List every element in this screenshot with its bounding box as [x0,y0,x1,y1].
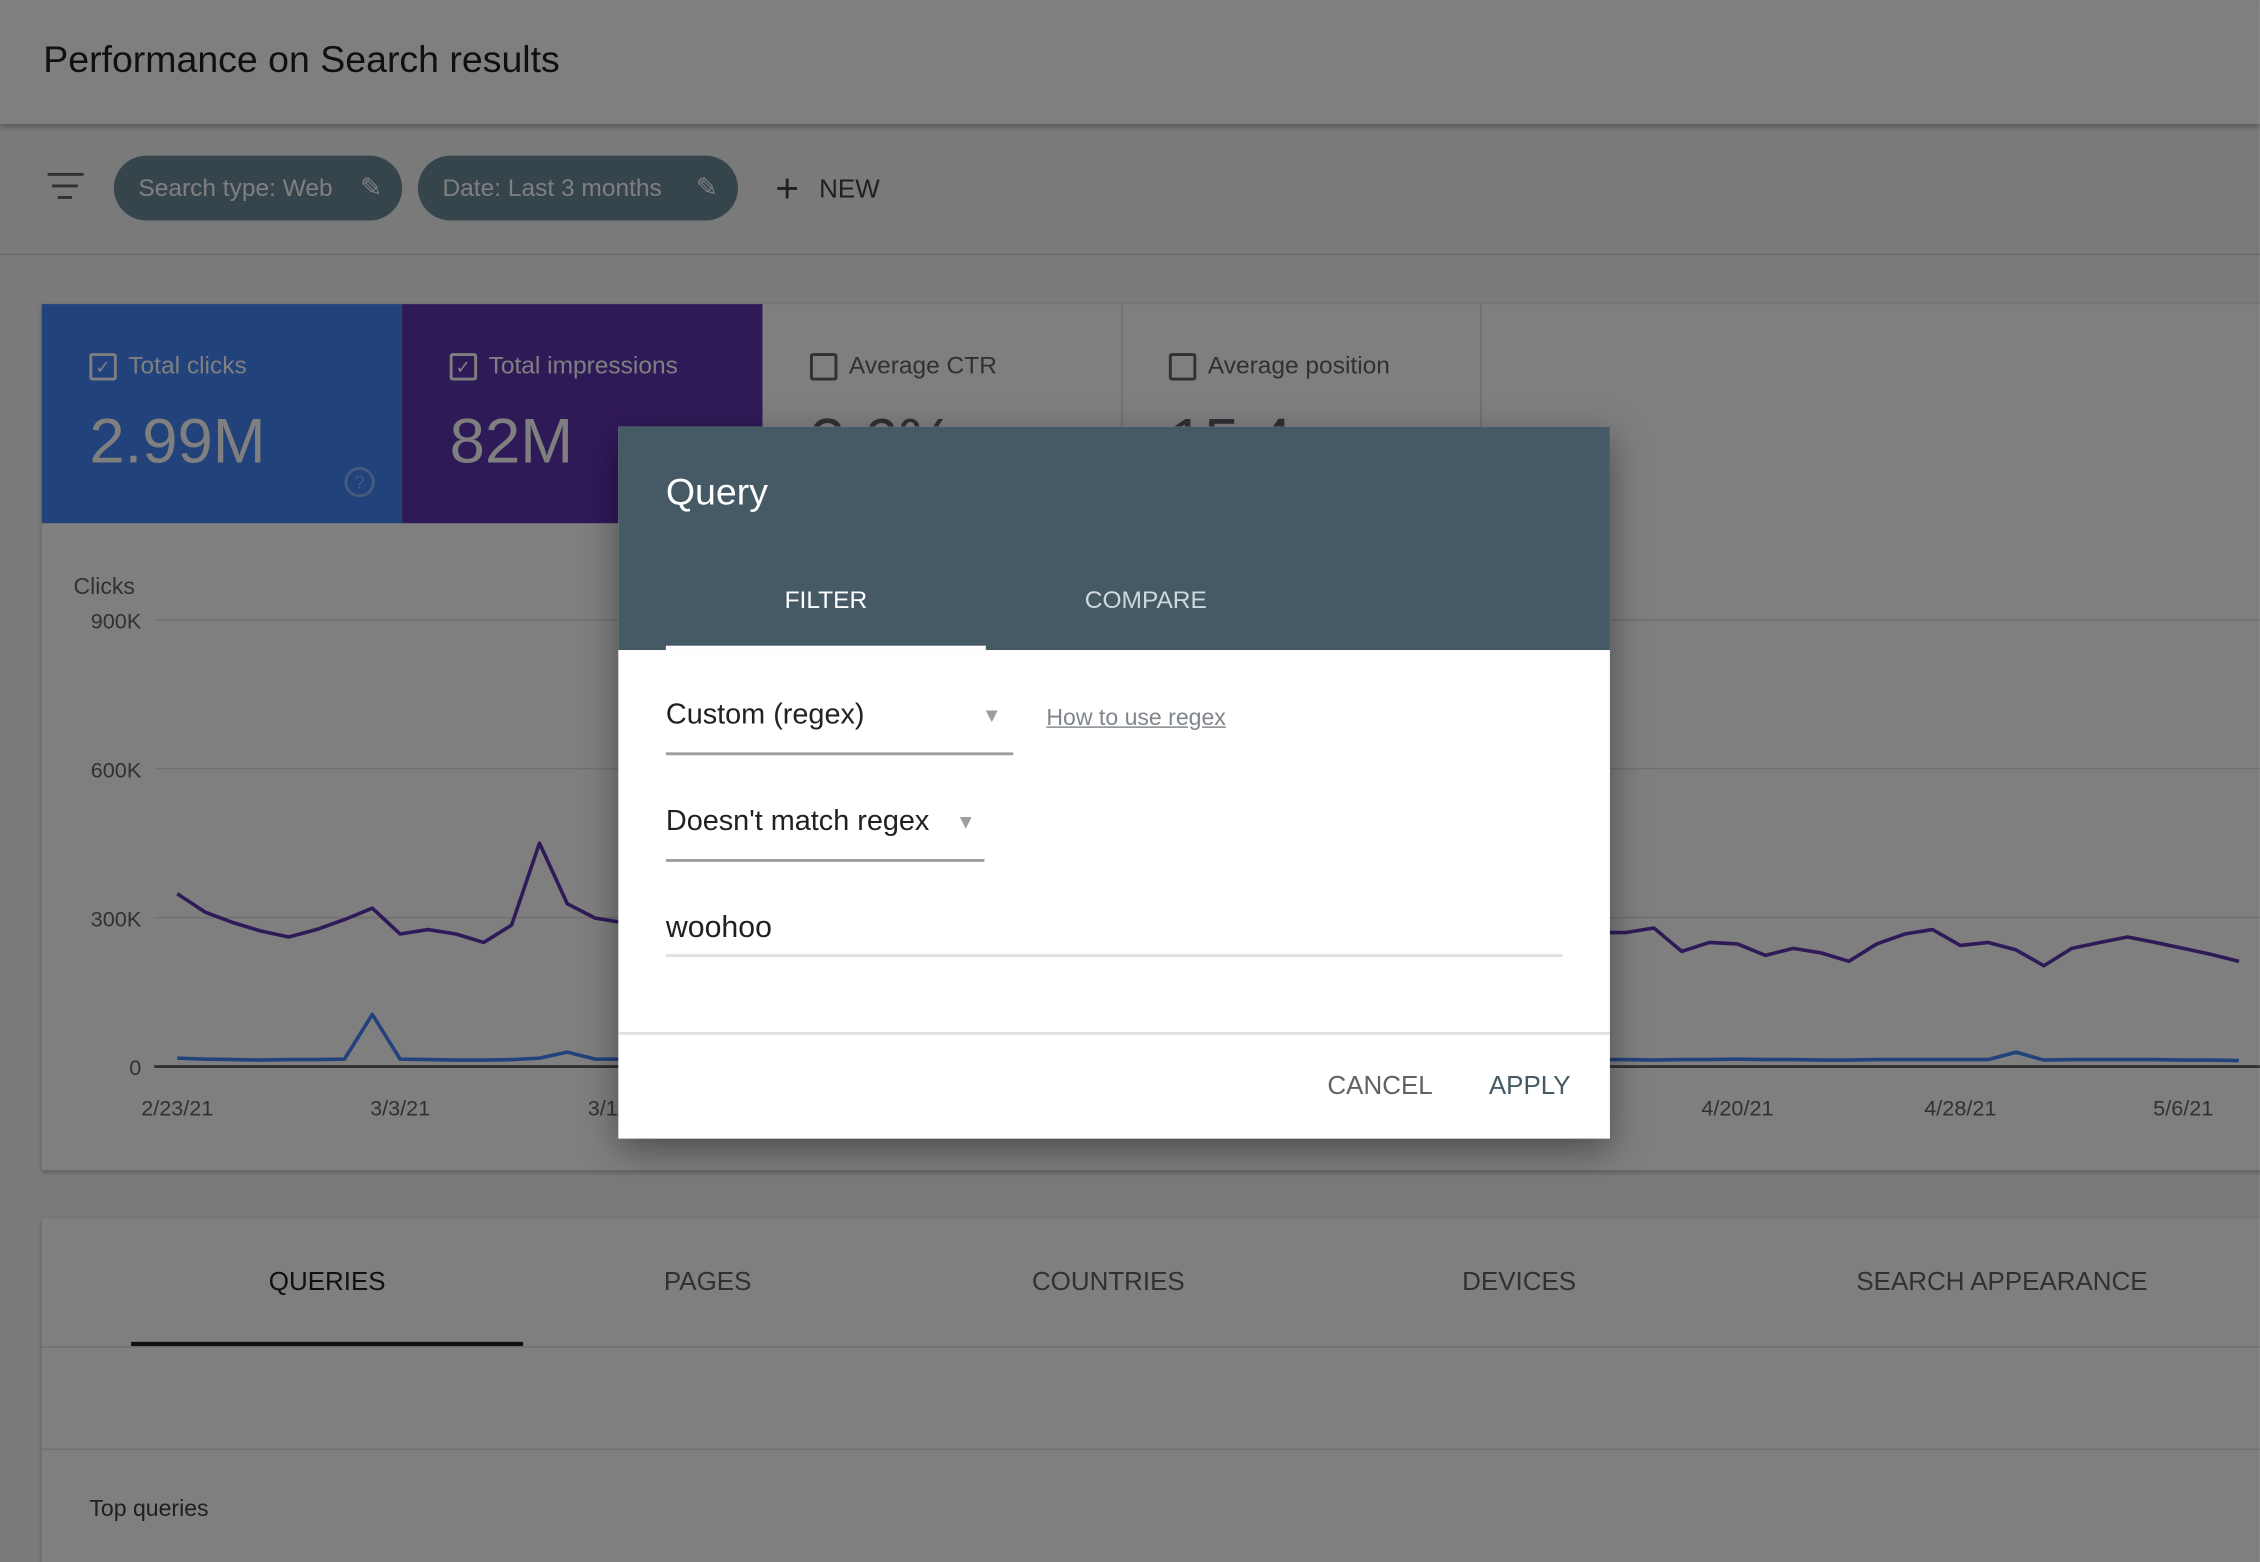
match-type-select[interactable]: Doesn't match regex ▼ [665,790,985,862]
regex-input[interactable]: woohoo [665,902,1563,958]
apply-button[interactable]: APPLY [1489,1071,1571,1101]
select-value: Doesn't match regex [665,805,930,838]
page: Performance on Search results Search typ… [0,0,2260,1562]
filter-type-select[interactable]: Custom (regex) ▼ [665,683,1014,756]
tab-filter[interactable]: FILTER [665,571,986,651]
select-value: Custom (regex) [665,699,865,731]
how-to-use-regex-link[interactable]: How to use regex [1046,706,1225,732]
dropdown-caret-icon: ▼ [981,703,1002,727]
query-filter-dialog: Query FILTER COMPARE Custom (regex) ▼ Ho… [618,426,1610,1139]
dropdown-caret-icon: ▼ [955,810,976,834]
divider [618,1031,1610,1035]
dialog-title: Query [665,469,768,514]
cancel-button[interactable]: CANCEL [1327,1071,1432,1101]
tab-compare[interactable]: COMPARE [986,571,1306,650]
dialog-header: Query FILTER COMPARE [618,426,1610,651]
